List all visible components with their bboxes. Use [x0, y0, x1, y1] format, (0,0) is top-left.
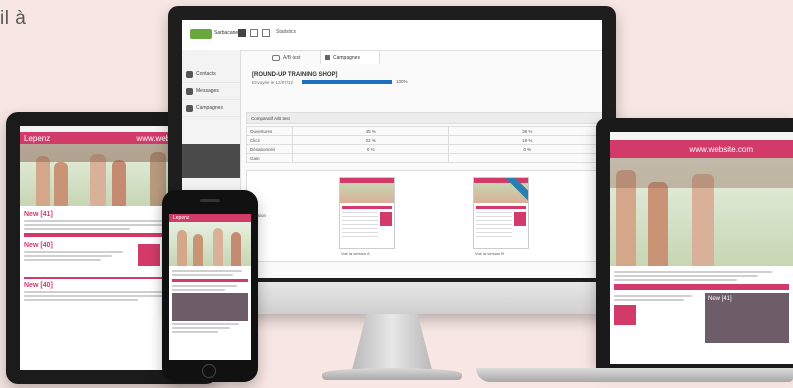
laptop-screen: www.website.com New [41]: [610, 132, 793, 364]
imac-stand: [352, 314, 432, 370]
table-row-label: Clics: [246, 135, 293, 145]
sidebar-dark-block: [182, 144, 240, 178]
laptop-hero-photo: [610, 158, 793, 266]
section-title: Comparatif A/B test: [246, 112, 602, 124]
phone-device: Lepenz: [162, 190, 258, 382]
laptop-gift-icon: [614, 305, 636, 325]
table-cell-version-b: 0 %: [448, 144, 602, 154]
ab-comparison-table: Ouvertures 45 % 38 % Clics 22 % 19 % Désabonné…: [246, 126, 602, 163]
tablet-brand: Lepenz: [24, 133, 51, 143]
table-row: Ouvertures 45 % 38 %: [246, 126, 602, 136]
tab-ab-test[interactable]: A/B test: [272, 52, 301, 64]
table-cell-version-b: [448, 153, 602, 163]
sidebar-item-campagnes[interactable]: Campagnes: [182, 100, 240, 117]
table-row-label: Gain: [246, 153, 293, 163]
table-cell-version-b: 19 %: [448, 135, 602, 145]
table-cell-version-a: [291, 153, 450, 163]
laptop-promo-text: New [41]: [708, 296, 732, 302]
version-a-caption[interactable]: Voir la version A: [341, 251, 370, 256]
phone-home-button[interactable]: [202, 364, 216, 378]
phone-newsletter-header: Lepenz: [169, 214, 251, 222]
corner-text: il à: [0, 8, 27, 29]
phone-earpiece: [200, 199, 220, 202]
app-logo[interactable]: [190, 29, 212, 39]
phone-hero-photo: [169, 222, 251, 266]
phone-screen: Lepenz: [169, 214, 251, 360]
phone-brand: Lepenz: [173, 215, 190, 221]
sidebar-item-messages[interactable]: Messages: [182, 83, 240, 100]
laptop-newsletter-header: www.website.com: [610, 140, 793, 158]
laptop-base: [476, 368, 793, 382]
table-row: Désabonnés 0 % 0 %: [246, 144, 602, 154]
tab-campagnes[interactable]: Campagnes: [320, 50, 380, 64]
grid-icon[interactable]: [238, 29, 246, 37]
campaign-title: [ROUND-UP TRAINING SHOP]: [252, 72, 338, 78]
user-icon: [186, 70, 193, 78]
table-cell-version-a: 45 %: [291, 126, 450, 136]
gift-icon: [138, 244, 160, 266]
version-row: Version Voir la version A Voir la versio…: [246, 170, 602, 262]
progress-label: 100%: [396, 79, 408, 84]
breadcrumb: Statistics: [276, 29, 297, 35]
progress-fill: [302, 80, 392, 84]
list-icon[interactable]: [262, 29, 270, 37]
version-b-caption[interactable]: Voir la version B: [475, 251, 504, 256]
megaphone-icon: [186, 104, 193, 112]
version-a-thumbnail[interactable]: [339, 177, 395, 249]
envelope-icon: [186, 87, 193, 95]
table-cell-version-a: 0 %: [291, 144, 450, 154]
version-b-thumbnail[interactable]: [473, 177, 529, 249]
sidebar-item-contacts[interactable]: Contacts: [182, 66, 240, 83]
window-icon[interactable]: [250, 29, 258, 37]
progress-track: [302, 80, 392, 84]
imac-base: [322, 368, 462, 380]
app-logo-text: Sarbacane: [214, 30, 239, 36]
lock-icon: [325, 55, 330, 60]
laptop-device: www.website.com New [41]: [476, 118, 793, 386]
phone-promo: [172, 293, 248, 321]
table-row: Gain: [246, 153, 602, 163]
campaign-meta: Envoyée le 12/07/12: [252, 80, 294, 85]
table-row: Clics 22 % 19 %: [246, 135, 602, 145]
app-header: Sarbacane Statistics: [182, 20, 602, 51]
table-cell-version-a: 22 %: [291, 135, 450, 145]
table-row-label: Ouvertures: [246, 126, 293, 136]
table-row-label: Désabonnés: [246, 144, 293, 154]
link-icon: [272, 55, 280, 61]
laptop-promo: New [41]: [705, 293, 789, 343]
tablet-subheadline: New [40]: [24, 242, 53, 249]
laptop-site: www.website.com: [689, 144, 753, 154]
table-cell-version-b: 38 %: [448, 126, 602, 136]
